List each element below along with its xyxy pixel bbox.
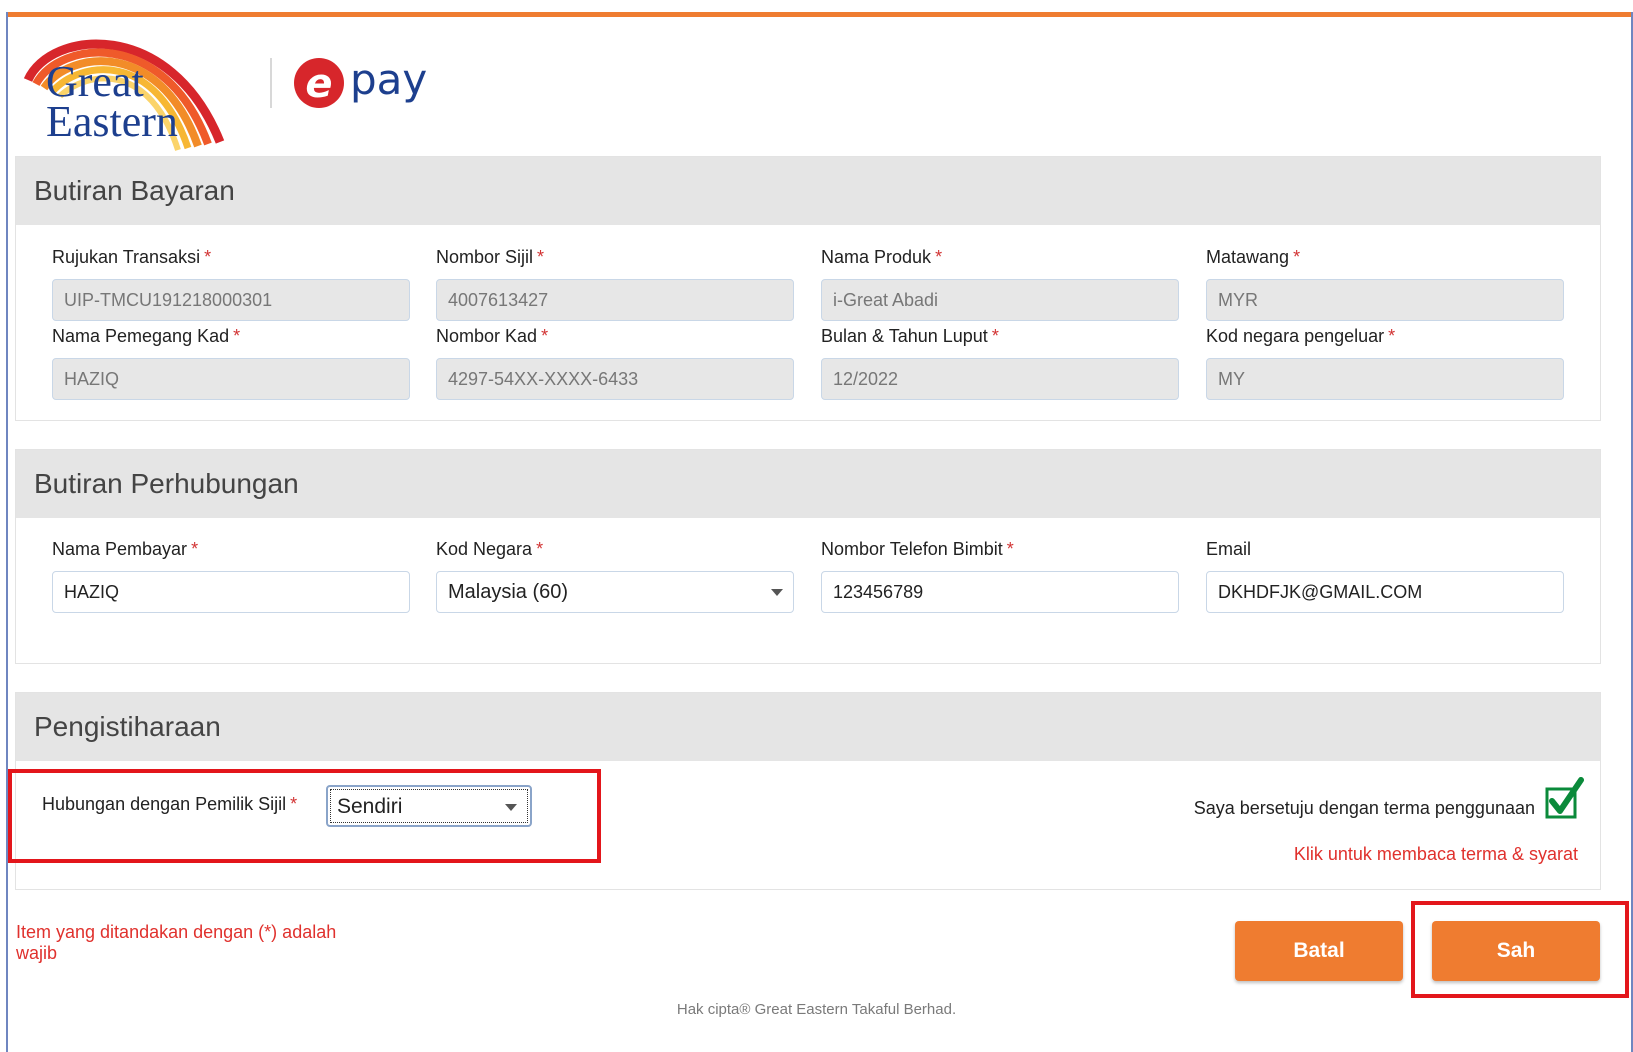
field-card-number: Nombor Kad * 4297-54XX-XXXX-6433 — [436, 324, 794, 400]
email-input[interactable]: DKHDFJK@GMAIL.COM — [1206, 571, 1564, 613]
field-currency: Matawang * MYR — [1206, 245, 1564, 321]
cardholder-name-input[interactable]: HAZIQ — [52, 358, 410, 400]
great-eastern-logo: Great Eastern — [20, 22, 240, 152]
card-number-input[interactable]: 4297-54XX-XXXX-6433 — [436, 358, 794, 400]
agree-checkbox-checked-icon[interactable] — [1544, 777, 1584, 821]
field-email: Email DKHDFJK@GMAIL.COM — [1206, 537, 1564, 613]
section-title: Pengistiharaan — [16, 693, 1600, 761]
field-expiry: Bulan & Tahun Luput * 12/2022 — [821, 324, 1179, 400]
field-mobile-number: Nombor Telefon Bimbit * 123456789 — [821, 537, 1179, 613]
agree-terms-label: Saya bersetuju dengan terma penggunaan — [1193, 798, 1535, 818]
section-title: Butiran Perhubungan — [16, 450, 1600, 518]
field-product-name: Nama Produk * i-Great Abadi — [821, 245, 1179, 321]
chevron-down-icon — [771, 589, 783, 596]
relationship-select[interactable]: Sendiri — [326, 785, 532, 827]
section-title: Butiran Bayaran — [16, 157, 1600, 225]
transaction-ref-input[interactable]: UIP-TMCU191218000301 — [52, 279, 410, 321]
field-issuer-country: Kod negara pengeluar * MY — [1206, 324, 1564, 400]
mobile-number-input[interactable]: 123456789 — [821, 571, 1179, 613]
logo-divider — [270, 58, 272, 108]
currency-input[interactable]: MYR — [1206, 279, 1564, 321]
relationship-label: Hubungan dengan Pemilik Sijil * — [42, 794, 298, 814]
epay-mark-icon: e — [294, 58, 344, 108]
epay-text: pay — [350, 55, 428, 104]
country-code-select[interactable]: Malaysia (60) — [436, 571, 794, 613]
issuer-country-input[interactable]: MY — [1206, 358, 1564, 400]
terms-conditions-link[interactable]: Klik untuk membaca terma & syarat — [1294, 844, 1578, 865]
certificate-no-input[interactable]: 4007613427 — [436, 279, 794, 321]
field-country-code: Kod Negara * Malaysia (60) — [436, 537, 794, 613]
chevron-down-icon — [505, 804, 517, 811]
logo-word-eastern: Eastern — [46, 97, 178, 146]
field-transaction-ref: Rujukan Transaksi * UIP-TMCU191218000301 — [52, 245, 410, 321]
field-payer-name: Nama Pembayar * HAZIQ — [52, 537, 410, 613]
submit-button[interactable]: Sah — [1432, 921, 1600, 981]
payer-name-input[interactable]: HAZIQ — [52, 571, 410, 613]
declaration-section: Pengistiharaan Hubungan dengan Pemilik S… — [15, 692, 1601, 890]
product-name-input[interactable]: i-Great Abadi — [821, 279, 1179, 321]
field-cardholder-name: Nama Pemegang Kad * HAZIQ — [52, 324, 410, 400]
mandatory-note: Item yang ditandakan dengan (*) adalah w… — [16, 922, 337, 963]
contact-details-section: Butiran Perhubungan Nama Pembayar * HAZIQ… — [15, 449, 1601, 664]
copyright-text: Hak cipta® Great Eastern Takaful Berhad. — [676, 1001, 957, 1018]
payment-details-section: Butiran Bayaran Rujukan Transaksi * UIP-T… — [15, 156, 1601, 421]
field-certificate-no: Nombor Sijil * 4007613427 — [436, 245, 794, 321]
cancel-button[interactable]: Batal — [1235, 921, 1403, 981]
expiry-input[interactable]: 12/2022 — [821, 358, 1179, 400]
